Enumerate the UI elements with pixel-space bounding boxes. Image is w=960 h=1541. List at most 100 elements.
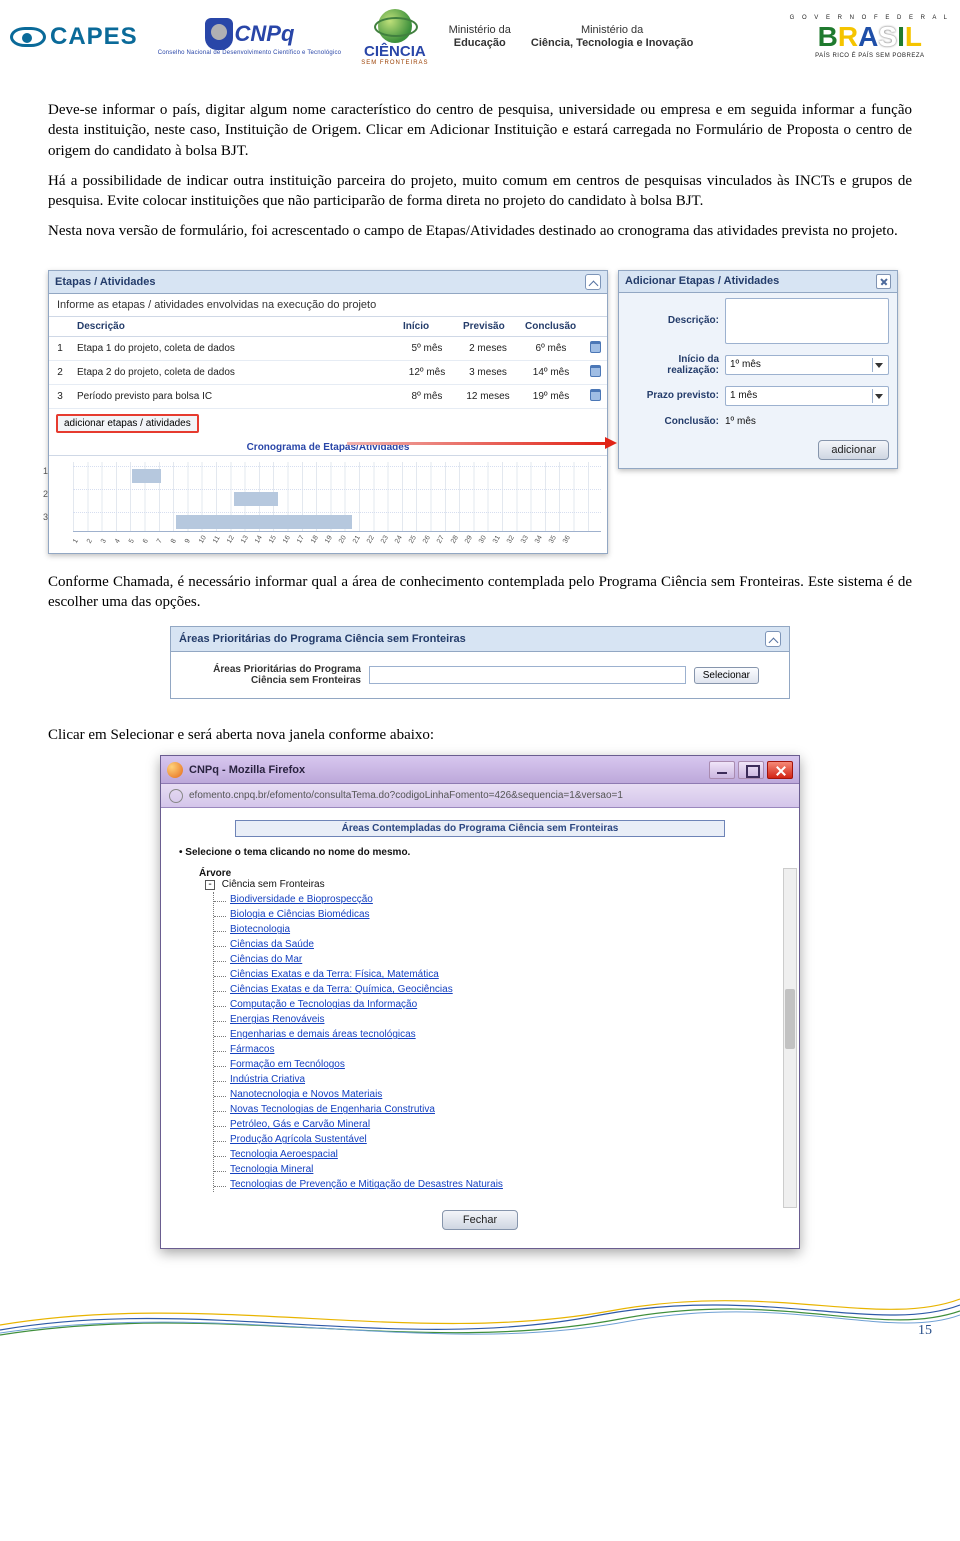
window-minimize-button[interactable] [709,761,735,779]
select-inicio[interactable]: 1º mês [725,355,889,375]
firefox-addressbar[interactable]: efomento.cnpq.br/efomento/consultaTema.d… [161,784,799,808]
capes-eye-icon [10,27,46,47]
row-conclusao: 6º mês [519,336,583,360]
tree-leaf: Ciências do Mar [230,952,781,967]
areas-panel: Áreas Prioritárias do Programa Ciência s… [170,626,790,699]
collapse-icon[interactable] [585,274,601,290]
etapas-title: Etapas / Atividades [55,276,155,288]
theme-link[interactable]: Biologia e Ciências Biomédicas [230,909,370,920]
gantt-ylabel-2: 2 [43,489,48,499]
theme-link[interactable]: Produção Agrícola Sustentável [230,1134,367,1145]
theme-tree: Árvore - Ciência sem Fronteiras Biodiver… [175,858,785,1200]
logo-capes: CAPES [10,23,138,51]
adicionar-button[interactable]: adicionar [818,440,889,460]
add-etapas-button[interactable]: adicionar etapas / atividades [56,414,199,433]
paragraph-3: Nesta nova versão de formulário, foi acr… [48,221,912,241]
window-maximize-button[interactable] [738,761,764,779]
table-row: 2Etapa 2 do projeto, coleta de dados12º … [49,360,607,384]
logo-cnpq: CNPq Conselho Nacional de Desenvolviment… [158,18,342,56]
gantt-ylabel-1: 1 [43,466,48,476]
cnpq-text: CNPq [235,21,295,47]
document-header: CAPES CNPq Conselho Nacional de Desenvol… [0,0,960,78]
ministerio-educacao: Ministério da Educação [449,24,511,50]
tree-leaf: Biotecnologia [230,922,781,937]
theme-link[interactable]: Computação e Tecnologias da Informação [230,999,417,1010]
tree-leaf: Computação e Tecnologias da Informação [230,997,781,1012]
col-conclusao: Conclusão [519,316,583,336]
row-descricao: Etapa 1 do projeto, coleta de dados [71,336,397,360]
theme-link[interactable]: Ciências Exatas e da Terra: Física, Mate… [230,969,439,980]
logo-ciencia: CIÊNCIA SEM FRONTEIRAS [361,9,428,66]
table-row: 1Etapa 1 do projeto, coleta de dados5º m… [49,336,607,360]
theme-link[interactable]: Petróleo, Gás e Carvão Mineral [230,1119,370,1130]
theme-link[interactable]: Energias Renováveis [230,1014,325,1025]
input-descricao[interactable] [725,298,889,344]
selecionar-button[interactable]: Selecionar [694,667,759,684]
ministerio-ciencia: Ministério da Ciência, Tecnologia e Inov… [531,24,693,50]
firefox-titlebar[interactable]: CNPq - Mozilla Firefox [161,756,799,784]
tree-collapse-icon[interactable]: - [205,880,215,890]
tree-leaf: Petróleo, Gás e Carvão Mineral [230,1117,781,1132]
ministerio2-top: Ministério da [531,24,693,37]
theme-link[interactable]: Ciências da Saúde [230,939,314,950]
logo-brasil: G O V E R N O F E D E R A L BRASIL PAÍS … [790,15,950,59]
scrollbar-thumb[interactable] [785,989,795,1049]
theme-link[interactable]: Tecnologias de Prevenção e Mitigação de … [230,1179,503,1190]
ciencia-globe-icon [378,9,412,43]
label-prazo: Prazo previsto: [627,390,719,401]
brasil-flag-text: BRASIL [818,21,922,53]
gantt-ylabel-3: 3 [43,512,48,522]
page-body: Deve-se informar o país, digitar algum n… [0,78,960,1269]
value-conclusao: 1º mês [725,416,756,427]
col-inicio: Início [397,316,457,336]
cnpq-shield-icon [205,18,233,50]
add-dialog-title: Adicionar Etapas / Atividades [625,275,779,287]
areas-title: Áreas Prioritárias do Programa Ciência s… [179,633,466,645]
col-descricao: Descrição [71,316,397,336]
row-previsao: 2 meses [457,336,519,360]
select-prazo[interactable]: 1 mês [725,386,889,406]
popup-instruction: • Selecione o tema clicando no nome do m… [175,847,785,858]
theme-link[interactable]: Tecnologia Mineral [230,1164,313,1175]
fechar-button[interactable]: Fechar [442,1210,518,1230]
theme-link[interactable]: Nanotecnologia e Novos Materiais [230,1089,382,1100]
firefox-title: CNPq - Mozilla Firefox [189,764,305,776]
tree-leaf: Ciências Exatas e da Terra: Química, Geo… [230,982,781,997]
tree-leaf: Tecnologias de Prevenção e Mitigação de … [230,1177,781,1192]
row-index: 1 [49,336,71,360]
areas-input[interactable] [369,666,686,684]
tree-leaf: Indústria Criativa [230,1072,781,1087]
theme-link[interactable]: Ciências do Mar [230,954,302,965]
paragraph-1: Deve-se informar o país, digitar algum n… [48,100,912,161]
capes-text: CAPES [50,23,138,51]
row-index: 3 [49,384,71,408]
trash-icon[interactable] [590,365,601,377]
page-number: 15 [918,1323,932,1339]
paragraph-4: Conforme Chamada, é necessário informar … [48,572,912,613]
theme-link[interactable]: Formação em Tecnólogos [230,1059,345,1070]
theme-link[interactable]: Ciências Exatas e da Terra: Química, Geo… [230,984,453,995]
theme-link[interactable]: Tecnologia Aeroespacial [230,1149,338,1160]
ciencia-sub: SEM FRONTEIRAS [361,60,428,66]
theme-link[interactable]: Biodiversidade e Bioprospecção [230,894,373,905]
theme-link[interactable]: Fármacos [230,1044,274,1055]
gantt-bar [234,492,278,506]
theme-link[interactable]: Biotecnologia [230,924,290,935]
window-close-button[interactable] [767,761,793,779]
scrollbar[interactable] [783,868,797,1208]
trash-icon[interactable] [590,341,601,353]
theme-link[interactable]: Indústria Criativa [230,1074,305,1085]
close-icon[interactable] [876,274,891,289]
chevron-down-icon [872,389,884,403]
row-index: 2 [49,360,71,384]
cnpq-sub: Conselho Nacional de Desenvolvimento Cie… [158,50,342,56]
collapse-icon[interactable] [765,631,781,647]
theme-link[interactable]: Novas Tecnologias de Engenharia Construt… [230,1104,435,1115]
trash-icon[interactable] [590,389,601,401]
theme-link[interactable]: Engenharias e demais áreas tecnológicas [230,1029,416,1040]
firefox-window: CNPq - Mozilla Firefox efomento.cnpq.br/… [160,755,800,1249]
add-etapa-dialog: Adicionar Etapas / Atividades Descrição:… [618,270,898,469]
gantt-xaxis: 1234567891011121314151617181920212223242… [73,532,601,543]
etapas-panel-wrap: Etapas / Atividades Informe as etapas / … [48,270,912,554]
tree-leaf: Tecnologia Mineral [230,1162,781,1177]
